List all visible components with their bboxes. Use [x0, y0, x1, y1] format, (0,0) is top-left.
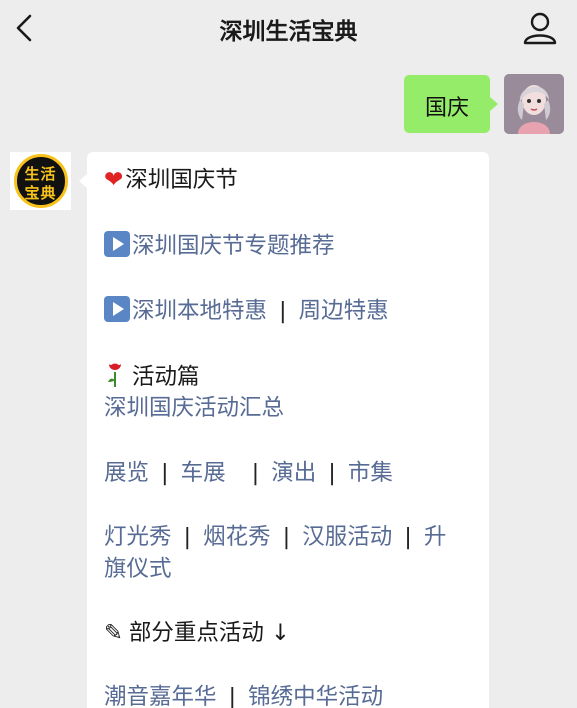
user-message-bubble[interactable]: 国庆 — [404, 75, 498, 133]
reply-heading-highlights: ✎ 部分重点活动 ↓ — [104, 617, 290, 649]
separator: | — [251, 460, 260, 486]
person-icon — [523, 12, 557, 45]
link-topic-recommend[interactable]: 深圳国庆节专题推荐 — [132, 233, 335, 259]
link-performance[interactable]: 演出 — [271, 460, 316, 486]
pencil-icon: ✎ — [104, 620, 123, 646]
girl-avatar-icon — [504, 74, 564, 134]
logo-text-line1: 生活 — [24, 165, 57, 183]
bot-avatar[interactable]: 生活 宝典 — [10, 152, 71, 210]
link-flag-ceremony-cont[interactable]: 旗仪式 — [104, 556, 172, 582]
separator: | — [328, 460, 336, 486]
link-market[interactable]: 市集 — [348, 460, 393, 486]
link-light-show[interactable]: 灯光秀 — [104, 524, 172, 550]
link-hanfu[interactable]: 汉服活动 — [302, 524, 392, 550]
heading-text: 部分重点活动 ↓ — [128, 620, 290, 646]
reply-line-shows-wrap: 旗仪式 — [104, 553, 172, 585]
user-message-text: 国庆 — [424, 96, 469, 121]
link-activity-summary[interactable]: 深圳国庆活动汇总 — [104, 395, 284, 421]
separator: | — [183, 524, 192, 550]
reply-line-highlights: 潮音嘉年华 | 锦绣中华活动 — [104, 681, 383, 708]
play-button-icon — [104, 296, 130, 322]
page-title: 深圳生活宝典 — [219, 19, 358, 45]
bot-logo: 生活 宝典 — [13, 154, 68, 208]
link-carnival[interactable]: 潮音嘉年华 — [104, 684, 217, 708]
reply-line-deals: 深圳本地特惠 | 周边特惠 — [104, 295, 389, 327]
heading-text: 活动篇 — [132, 364, 200, 390]
link-flag-ceremony[interactable]: 升 — [424, 524, 447, 550]
heart-icon: ❤ — [104, 167, 124, 193]
link-exhibition[interactable]: 展览 — [104, 460, 149, 486]
play-button-icon — [104, 231, 130, 257]
reply-heading-national-day: ❤深圳国庆节 — [104, 164, 238, 196]
separator: | — [161, 460, 169, 486]
heading-text: 深圳国庆节 — [125, 167, 238, 193]
reply-line-summary: 深圳国庆活动汇总 — [104, 392, 284, 424]
link-car-show[interactable]: 车展 — [181, 460, 226, 486]
link-nearby-deals[interactable]: 周边特惠 — [299, 298, 389, 324]
reply-line-categories: 展览 | 车展 | 演出 | 市集 — [104, 457, 393, 489]
separator: | — [282, 524, 291, 550]
link-brocade-china[interactable]: 锦绣中华活动 — [248, 684, 383, 708]
user-avatar[interactable] — [504, 74, 564, 134]
logo-text-line2: 宝典 — [24, 184, 57, 202]
separator: | — [404, 524, 412, 550]
separator: | — [228, 684, 237, 708]
reply-line-topic: 深圳国庆节专题推荐 — [104, 230, 335, 262]
profile-button[interactable] — [521, 10, 559, 46]
link-fireworks[interactable]: 烟花秀 — [203, 524, 271, 550]
link-local-deals[interactable]: 深圳本地特惠 — [132, 298, 267, 324]
top-bar: 深圳生活宝典 — [0, 0, 577, 56]
reply-line-shows: 灯光秀 | 烟花秀 | 汉服活动 | 升 — [104, 521, 446, 553]
separator: | — [279, 298, 287, 324]
